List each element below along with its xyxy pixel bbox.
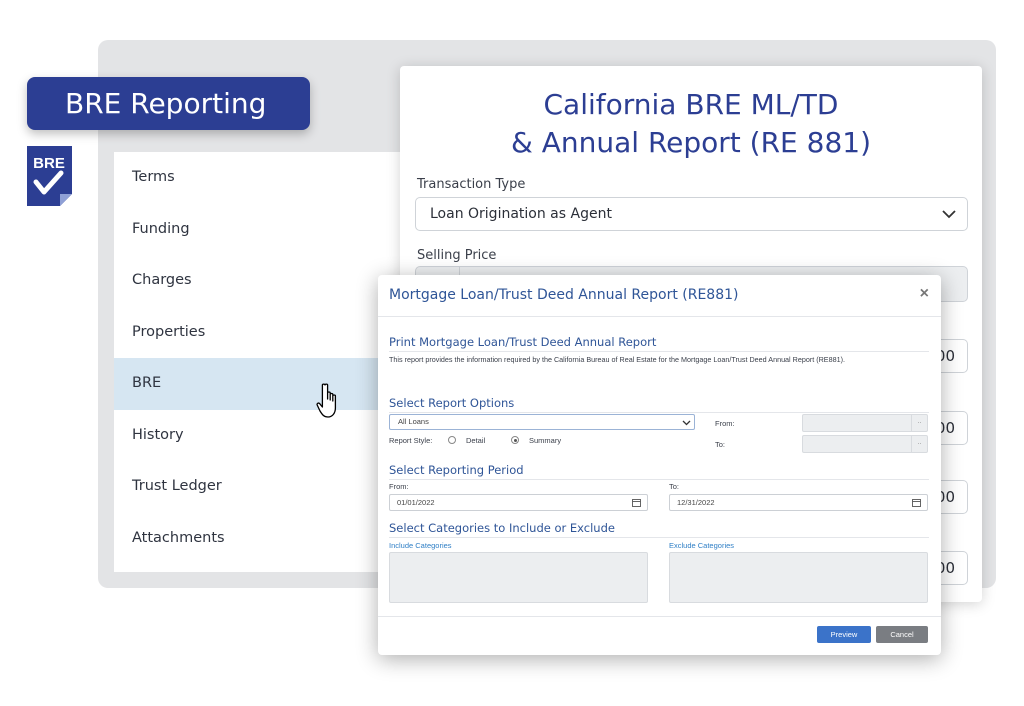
exclude-categories-label: Exclude Categories	[669, 541, 735, 550]
categories-heading: Select Categories to Include or Exclude	[389, 521, 929, 538]
options-to-lookup-button[interactable]: ..	[911, 436, 927, 452]
options-from-label: From:	[715, 419, 735, 428]
sidebar-nav: Terms Funding Charges Properties BRE His…	[114, 152, 406, 572]
period-from-date-input[interactable]: 01/01/2022	[389, 494, 648, 511]
transaction-type-select[interactable]: Loan Origination as Agent	[415, 197, 968, 231]
style-detail-label: Detail	[466, 436, 486, 445]
options-from-lookup-button[interactable]: ..	[911, 415, 927, 431]
bre-document-icon: BRE	[27, 146, 72, 206]
loans-select-value: All Loans	[398, 417, 429, 426]
period-from-label: From:	[389, 482, 409, 491]
print-report-heading: Print Mortgage Loan/Trust Deed Annual Re…	[389, 335, 929, 352]
preview-button[interactable]: Preview	[817, 626, 871, 643]
period-to-value: 12/31/2022	[677, 498, 715, 507]
transaction-type-label: Transaction Type	[417, 177, 526, 192]
sidebar-item-history[interactable]: History	[114, 410, 406, 462]
period-to-label: To:	[669, 482, 680, 491]
selling-price-label: Selling Price	[417, 248, 497, 263]
modal-title: Mortgage Loan/Trust Deed Annual Report (…	[389, 287, 739, 303]
period-from-value: 01/01/2022	[397, 498, 435, 507]
sidebar-item-terms[interactable]: Terms	[114, 152, 406, 204]
re881-report-modal: Mortgage Loan/Trust Deed Annual Report (…	[378, 275, 941, 655]
style-detail-radio[interactable]	[448, 436, 456, 444]
options-to-field[interactable]: ..	[802, 435, 928, 453]
calendar-icon[interactable]	[912, 498, 921, 507]
sidebar-item-trust-ledger[interactable]: Trust Ledger	[114, 461, 406, 513]
calendar-icon[interactable]	[632, 498, 641, 507]
chevron-down-icon	[682, 420, 691, 426]
modal-header: Mortgage Loan/Trust Deed Annual Report (…	[378, 275, 941, 317]
cancel-button[interactable]: Cancel	[876, 626, 928, 643]
report-style-label: Report Style:	[389, 436, 433, 445]
hand-pointer-icon	[316, 383, 337, 418]
bre-icon-text: BRE	[33, 155, 65, 172]
card-title: California BRE ML/TD & Annual Report (RE…	[400, 86, 982, 162]
report-options-heading: Select Report Options	[389, 396, 929, 413]
include-categories-label: Include Categories	[389, 541, 452, 550]
transaction-type-value: Loan Origination as Agent	[430, 206, 612, 222]
sidebar-item-funding[interactable]: Funding	[114, 204, 406, 256]
loans-select[interactable]: All Loans	[389, 414, 695, 430]
include-categories-list[interactable]	[389, 552, 648, 603]
reporting-period-heading: Select Reporting Period	[389, 463, 929, 480]
style-summary-radio[interactable]	[511, 436, 519, 444]
sidebar-item-charges[interactable]: Charges	[114, 255, 406, 307]
sidebar-item-bre[interactable]: BRE	[114, 358, 406, 410]
bre-reporting-banner: BRE Reporting	[27, 77, 310, 130]
modal-footer	[378, 616, 941, 617]
style-summary-label: Summary	[529, 436, 562, 445]
card-title-line2: & Annual Report (RE 881)	[510, 126, 872, 159]
chevron-down-icon	[942, 210, 956, 219]
options-from-field[interactable]: ..	[802, 414, 928, 432]
sidebar-item-properties[interactable]: Properties	[114, 307, 406, 359]
sidebar-item-attachments[interactable]: Attachments	[114, 513, 406, 565]
exclude-categories-list[interactable]	[669, 552, 928, 603]
card-title-line1: California BRE ML/TD	[543, 88, 839, 121]
period-to-date-input[interactable]: 12/31/2022	[669, 494, 928, 511]
report-description: This report provides the information req…	[389, 355, 845, 364]
page: BRE Reporting BRE Terms Funding Charges …	[0, 0, 1024, 706]
options-to-label: To:	[715, 440, 726, 449]
close-icon[interactable]: ×	[920, 285, 929, 303]
